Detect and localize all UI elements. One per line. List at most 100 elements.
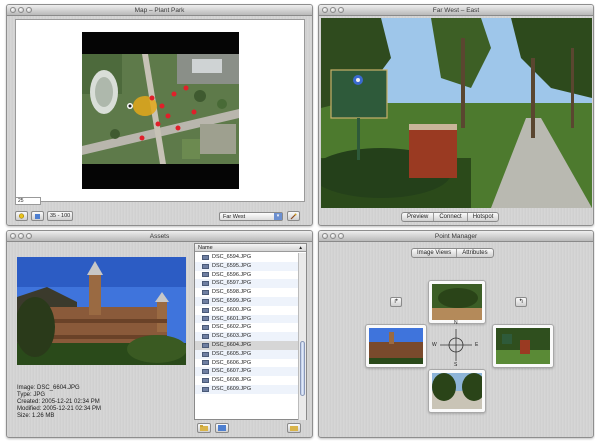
asset-preview-image [17,257,186,365]
sort-arrow-icon: ▴ [299,245,302,251]
list-item[interactable]: DSC_6608.JPG [195,376,299,385]
scrollbar-thumb[interactable] [300,341,305,396]
image-file-icon [202,351,209,357]
info-modified: Modified: 2005-12-21 02:34 PM [17,406,102,412]
compass-s: S [454,362,458,368]
file-name: DSC_6604.JPG [212,341,252,348]
photo-import-icon[interactable] [215,423,229,433]
panorama-preview[interactable] [321,18,592,208]
tab-image-views[interactable]: Image Views [412,249,458,257]
photo-window: Far West – East Preview Connect Hotspot [318,4,594,226]
list-item[interactable]: DSC_6600.JPG [195,306,299,315]
asset-list: Name ▴ DSC_6594.JPG DSC_6595.JPG DSC_6596.… [194,243,307,420]
list-item[interactable]: DSC_6602.JPG [195,323,299,332]
rotate-right-icon[interactable]: ↰ [515,297,527,307]
list-item[interactable]: DSC_6599.JPG [195,296,299,306]
close-button[interactable] [10,233,16,239]
map-window: Map – Plant Park 25 35 - 100 Far West ▾ [6,4,313,226]
rotate-left-icon[interactable]: ↱ [390,297,402,307]
assets-window-titlebar[interactable]: Assets [7,231,312,242]
compass-w: W [432,342,437,348]
minimize-button[interactable] [18,7,24,13]
asset-info: Image: DSC_6604.JPG Type: JPG Created: 2… [17,385,101,420]
map-window-titlebar[interactable]: Map – Plant Park [7,5,312,16]
list-item[interactable]: DSC_6596.JPG [195,271,299,280]
point-manager-tabs: Image Views Attributes [411,248,494,258]
info-type: Type: JPG [17,392,46,398]
image-file-icon [202,316,209,322]
tab-attributes[interactable]: Attributes [457,249,492,257]
aerial-map-image[interactable] [82,54,239,164]
list-item[interactable]: DSC_6595.JPG [195,261,299,271]
image-file-icon [202,263,209,269]
location-select[interactable]: Far West ▾ [219,212,283,221]
list-item[interactable]: DSC_6604.JPG [195,340,299,350]
close-button[interactable] [10,7,16,13]
file-name: DSC_6608.JPG [212,377,252,384]
list-item[interactable]: DSC_6594.JPG [195,253,299,262]
file-name: DSC_6599.JPG [212,297,252,304]
list-item[interactable]: DSC_6603.JPG [195,332,299,341]
image-file-icon [202,342,209,348]
tab-hotspot[interactable]: Hotspot [468,213,499,221]
map-canvas[interactable] [15,19,305,202]
minimize-button[interactable] [330,7,336,13]
image-file-icon [202,254,209,260]
image-file-icon [202,369,209,375]
file-name: DSC_6598.JPG [212,289,252,296]
list-scrollbar[interactable] [298,253,306,420]
file-name: DSC_6595.JPG [212,262,252,269]
list-item[interactable]: DSC_6597.JPG [195,279,299,289]
list-item[interactable]: DSC_6606.JPG [195,359,299,368]
tool-icon[interactable] [287,211,300,221]
list-item[interactable]: DSC_6605.JPG [195,349,299,359]
photo-tabs: Preview Connect Hotspot [401,212,500,222]
location-select-value: Far West [223,214,246,220]
column-header-name[interactable]: Name ▴ [195,244,306,252]
folder-icon[interactable] [197,423,211,433]
select-arrows-icon: ▾ [274,213,282,220]
image-file-icon [202,290,209,296]
zoom-button[interactable] [26,233,32,239]
file-name: DSC_6602.JPG [212,324,252,331]
window-title: Point Manager [434,232,478,240]
image-file-icon [202,272,209,278]
compass-e: E [475,342,479,348]
image-file-icon [202,307,209,313]
range-button[interactable]: 35 - 100 [47,211,74,221]
tab-preview[interactable]: Preview [402,213,435,221]
image-file-icon [202,360,209,366]
map-toolbar: 35 - 100 [15,210,74,222]
tab-connect[interactable]: Connect [434,213,468,221]
add-folder-icon[interactable] [287,423,301,433]
photo-window-titlebar[interactable]: Far West – East [319,5,593,16]
zoom-button[interactable] [338,7,344,13]
close-button[interactable] [322,233,328,239]
close-button[interactable] [322,7,328,13]
view-north-thumbnail[interactable] [428,280,486,324]
minimize-button[interactable] [18,233,24,239]
view-east-thumbnail[interactable] [492,324,554,368]
view-west-thumbnail[interactable] [365,324,427,368]
zoom-field[interactable]: 25 [15,197,41,205]
file-name: DSC_6596.JPG [212,271,252,278]
zoom-button[interactable] [26,7,32,13]
list-item[interactable]: DSC_6609.JPG [195,384,299,394]
compass-widget[interactable]: N S W E [432,320,480,369]
file-rows: DSC_6594.JPG DSC_6595.JPG DSC_6596.JPG DSC_… [195,253,299,394]
image-file-icon [202,298,209,304]
list-item[interactable]: DSC_6601.JPG [195,314,299,324]
minimize-button[interactable] [330,233,336,239]
view-south-thumbnail[interactable] [428,369,486,413]
image-file-icon [202,281,209,287]
zoom-button[interactable] [338,233,344,239]
layers-icon[interactable] [31,211,44,221]
point-manager-titlebar[interactable]: Point Manager [319,231,593,242]
list-item[interactable]: DSC_6598.JPG [195,288,299,297]
file-name: DSC_6601.JPG [212,315,252,322]
file-name: DSC_6603.JPG [212,333,252,340]
map-frame [82,32,239,189]
list-item[interactable]: DSC_6607.JPG [195,367,299,377]
file-name: DSC_6594.JPG [212,254,252,260]
pin-icon[interactable] [15,211,28,221]
